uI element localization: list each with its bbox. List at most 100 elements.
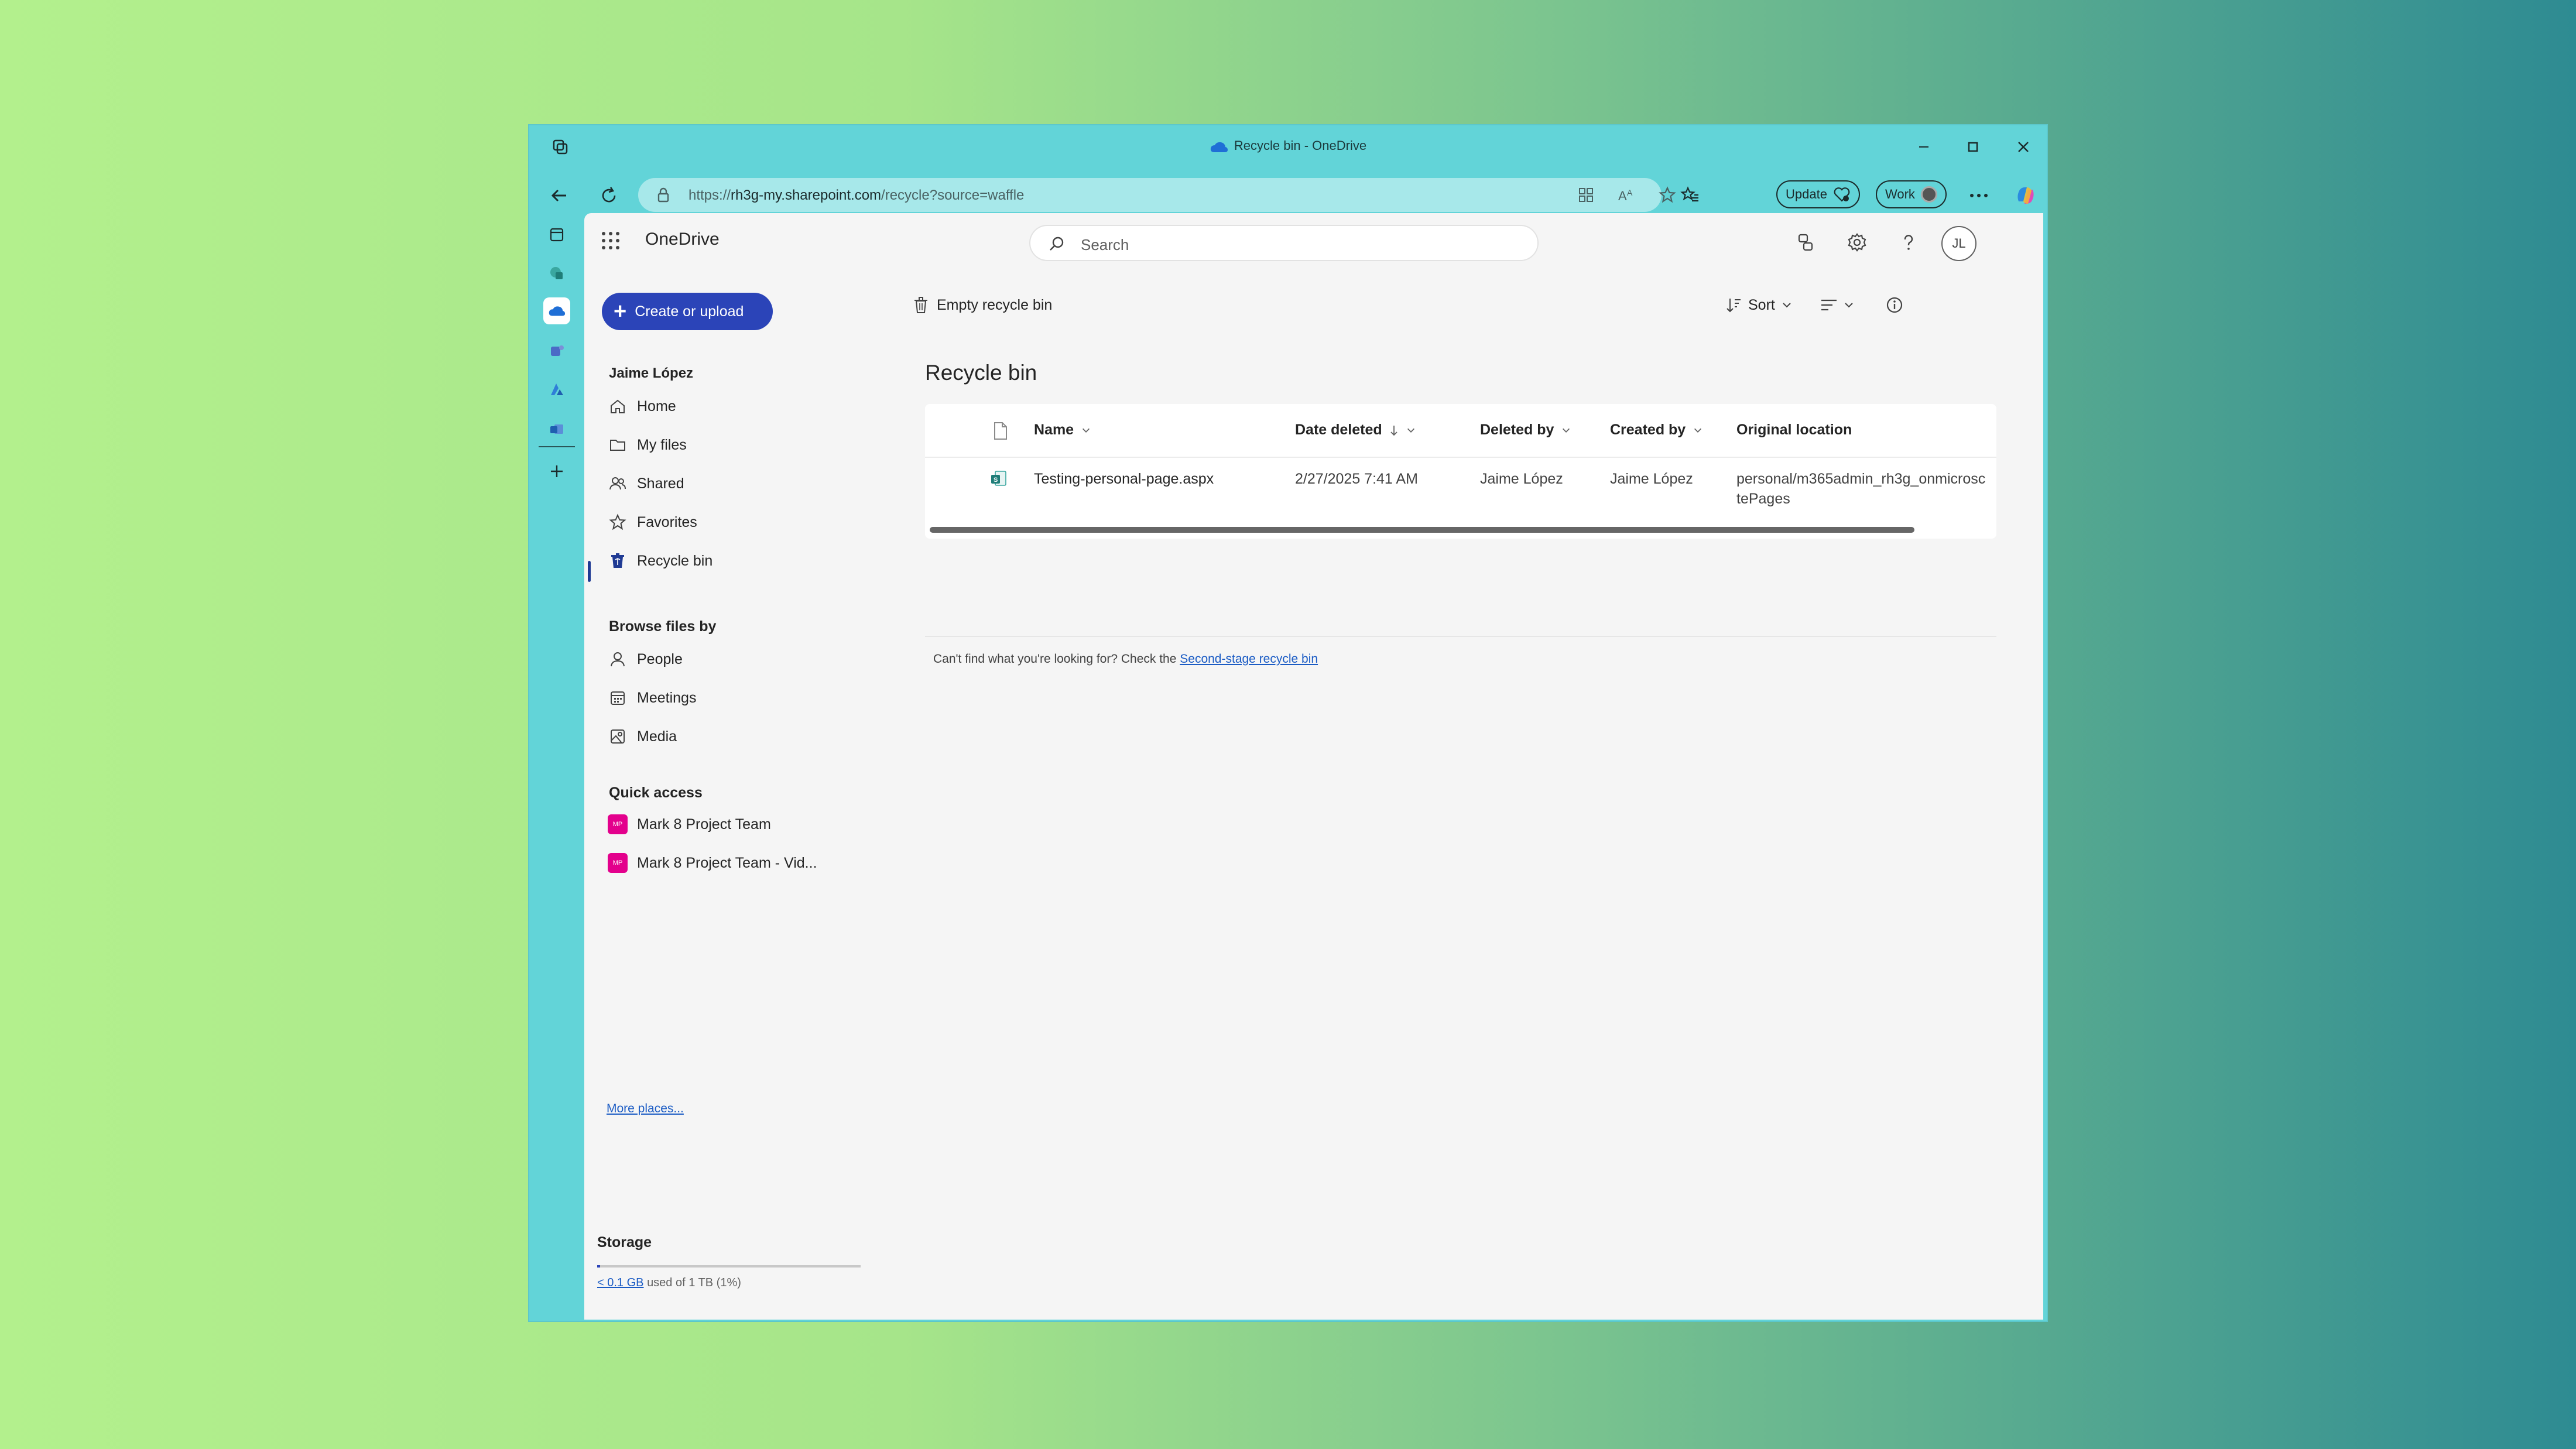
storage-heading: Storage <box>597 1234 652 1251</box>
browser-window: Recycle bin - OneDrive https://rh3g-my.s… <box>528 124 2048 1322</box>
sidebar-item-media[interactable]: Media <box>608 720 865 753</box>
home-icon <box>608 396 628 416</box>
chevron-down-icon <box>1694 428 1702 433</box>
column-header-label: Deleted by <box>1480 422 1554 438</box>
sidebar-item-label: Shared <box>637 475 684 492</box>
date-deleted: 2/27/2025 7:41 AM <box>1295 471 1418 487</box>
sidebar-item-recycle-bin[interactable]: Recycle bin <box>608 544 865 577</box>
strip-app-1-button[interactable] <box>543 260 570 287</box>
sort-button[interactable]: Sort <box>1725 290 1793 320</box>
browse-files-heading: Browse files by <box>609 618 717 635</box>
sidebar-item-shared[interactable]: Shared <box>608 467 865 500</box>
minimize-icon <box>1919 146 1928 148</box>
app-launcher-icon[interactable] <box>597 227 624 254</box>
user-name: Jaime López <box>609 365 694 381</box>
profile-avatar-icon <box>1920 186 1937 203</box>
strip-divider <box>539 446 575 447</box>
strip-onedrive-tab[interactable] <box>543 297 570 324</box>
horizontal-scrollbar[interactable] <box>930 527 1914 533</box>
read-aloud-icon[interactable]: AA <box>1617 186 1636 204</box>
address-bar[interactable]: https://rh3g-my.sharepoint.com/recycle?s… <box>638 178 1676 212</box>
close-button[interactable] <box>2006 133 2041 160</box>
back-arrow-icon <box>551 189 566 202</box>
minimize-button[interactable] <box>1906 133 1941 160</box>
maximize-button[interactable] <box>1955 133 1991 160</box>
more-places-link[interactable]: More places... <box>607 1102 684 1116</box>
sidebar-item-label: Favorites <box>637 513 697 530</box>
sidebar-item-home[interactable]: Home <box>608 390 865 423</box>
file-type-header-icon[interactable] <box>993 422 1008 440</box>
column-header-created-by[interactable]: Created by <box>1610 422 1703 439</box>
calendar-icon <box>608 688 628 708</box>
created-by: Jaime López <box>1610 471 1693 487</box>
sidebar-item-favorites[interactable]: Favorites <box>608 506 865 539</box>
column-header-date-deleted[interactable]: Date deleted <box>1295 422 1416 439</box>
work-profile-label: Work <box>1885 187 1915 201</box>
onedrive-icon <box>549 306 566 316</box>
sidebar-item-meetings[interactable]: Meetings <box>608 681 865 714</box>
sidebar-item-my-files[interactable]: My files <box>608 429 865 461</box>
settings-button[interactable] <box>1841 226 1873 259</box>
column-header-name[interactable]: Name <box>1034 422 1091 439</box>
list-view-icon <box>1821 299 1837 311</box>
url-path: /recycle?source=waffle <box>881 187 1025 203</box>
app-header: OneDrive Search JL <box>584 213 2043 269</box>
strip-app-4-button[interactable] <box>543 376 570 403</box>
tab-actions-button[interactable] <box>543 221 570 248</box>
column-header-label: Created by <box>1610 422 1686 438</box>
help-button[interactable] <box>1892 226 1925 259</box>
strip-app-5-button[interactable] <box>543 416 570 443</box>
url-domain: rh3g-my.sharepoint.com <box>731 187 882 203</box>
url-text[interactable]: https://rh3g-my.sharepoint.com/recycle?s… <box>688 187 1024 204</box>
title-bar: Recycle bin - OneDrive <box>529 125 2047 170</box>
details-pane-button[interactable] <box>1885 290 1904 320</box>
view-options-button[interactable] <box>1820 290 1855 320</box>
sidebar-item-label: My files <box>637 436 687 453</box>
window-title-text: Recycle bin - OneDrive <box>1234 138 1367 153</box>
favorites-bar-icon[interactable] <box>1680 186 1700 205</box>
column-header-deleted-by[interactable]: Deleted by <box>1480 422 1571 439</box>
quick-access-item[interactable]: MP Mark 8 Project Team - Vid... <box>608 847 865 879</box>
active-indicator <box>588 561 591 582</box>
app-name[interactable]: OneDrive <box>645 229 720 249</box>
sort-icon <box>1727 299 1741 313</box>
onedrive-app: OneDrive Search JL + Create or upload Ja… <box>584 213 2043 1320</box>
sidebar-item-label: Media <box>637 728 677 745</box>
create-or-upload-button[interactable]: + Create or upload <box>602 293 773 330</box>
copilot-icon <box>2017 187 2034 204</box>
folder-icon <box>608 435 628 455</box>
outlook-icon <box>550 424 563 434</box>
page-title: Recycle bin <box>925 361 1037 385</box>
quick-access-label: Mark 8 Project Team - Vid... <box>637 854 817 871</box>
empty-recycle-bin-label: Empty recycle bin <box>937 296 1053 313</box>
refresh-button[interactable] <box>594 180 624 211</box>
update-button[interactable]: Update <box>1776 180 1860 208</box>
chevron-down-icon <box>1783 303 1791 308</box>
search-input[interactable]: Search <box>1029 225 1539 261</box>
empty-recycle-bin-button[interactable]: Empty recycle bin <box>912 290 1052 320</box>
storage-used-link[interactable]: < 0.1 GB <box>597 1276 644 1289</box>
add-strip-app-button[interactable] <box>543 458 570 485</box>
back-button[interactable] <box>544 180 575 211</box>
strip-app-3-button[interactable] <box>543 337 570 364</box>
sidebar-item-people[interactable]: People <box>608 643 865 676</box>
settings-more-button[interactable] <box>1964 180 1994 211</box>
file-name[interactable]: Testing-personal-page.aspx <box>1034 471 1214 488</box>
favorite-star-icon[interactable] <box>1658 186 1677 204</box>
work-profile-button[interactable]: Work <box>1876 180 1947 208</box>
column-header-label: Date deleted <box>1295 422 1382 438</box>
quick-access-label: Mark 8 Project Team <box>637 816 771 833</box>
user-avatar[interactable]: JL <box>1941 226 1976 261</box>
url-prefix: https:// <box>688 187 731 203</box>
window-title: Recycle bin - OneDrive <box>529 138 2047 157</box>
second-stage-recycle-bin-link[interactable]: Second-stage recycle bin <box>1180 652 1318 666</box>
column-header-original-location[interactable]: Original location <box>1736 422 1852 439</box>
sort-label: Sort <box>1748 296 1775 313</box>
copilot-button[interactable] <box>2010 180 2041 211</box>
refresh-icon <box>602 187 616 203</box>
app-available-icon[interactable] <box>1577 186 1595 204</box>
lock-icon[interactable] <box>656 187 671 203</box>
share-feedback-button[interactable] <box>1789 226 1822 259</box>
quick-access-item[interactable]: MP Mark 8 Project Team <box>608 808 865 841</box>
sharepoint-icon <box>550 267 563 279</box>
